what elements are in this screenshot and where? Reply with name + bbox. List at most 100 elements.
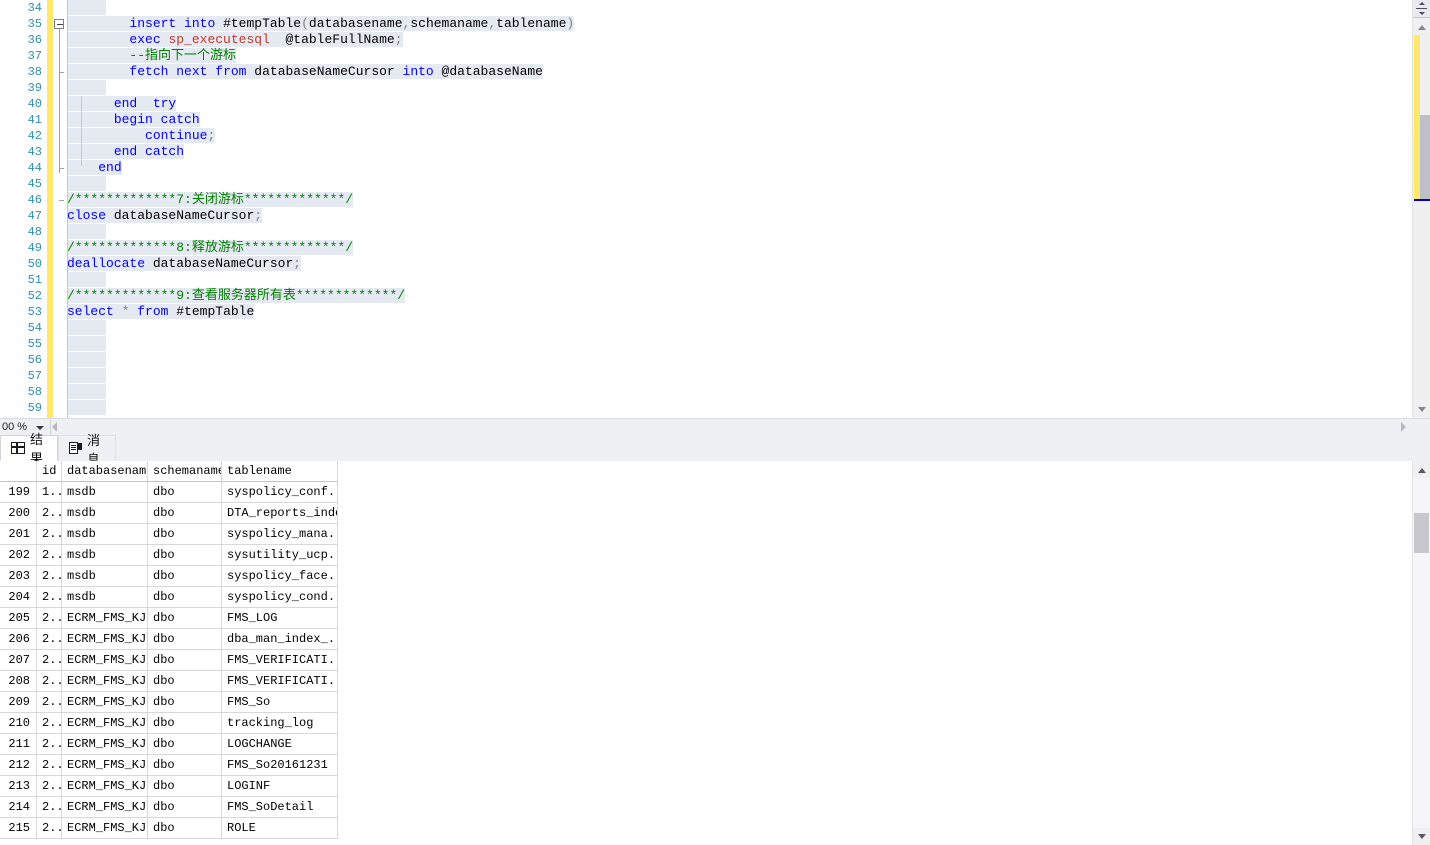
row-header-cell[interactable]: 203: [0, 566, 37, 587]
grid-header-row[interactable]: id databasename schemaname tablename: [0, 461, 1413, 482]
grid-cell[interactable]: ECRM_FMS_KJ: [62, 818, 148, 839]
grid-cell[interactable]: 2..: [37, 692, 62, 713]
code-line[interactable]: --指向下一个游标: [67, 48, 237, 64]
grid-cell[interactable]: ECRM_FMS_KJ: [62, 776, 148, 797]
code-line[interactable]: continue;: [67, 128, 216, 144]
split-pane-icon[interactable]: [1413, 0, 1430, 18]
table-row[interactable]: 215 2.. ECRM_FMS_KJ dbo ROLE: [0, 818, 1413, 839]
grid-cell[interactable]: ECRM_FMS_KJ: [62, 671, 148, 692]
tab-results[interactable]: 结果: [0, 432, 58, 466]
grid-cell[interactable]: DTA_reports_index: [222, 503, 338, 524]
grid-cell[interactable]: LOGINF: [222, 776, 338, 797]
chevron-down-icon[interactable]: [1413, 828, 1430, 845]
grid-cell[interactable]: dbo: [148, 503, 222, 524]
code-line[interactable]: [67, 80, 107, 96]
grid-cell[interactable]: 2..: [37, 818, 62, 839]
row-header-cell[interactable]: 201: [0, 524, 37, 545]
code-line[interactable]: fetch next from databaseNameCursor into …: [67, 64, 543, 80]
grid-cell[interactable]: ECRM_FMS_KJ: [62, 608, 148, 629]
grid-cell[interactable]: ECRM_FMS_KJ: [62, 755, 148, 776]
grid-cell[interactable]: 2..: [37, 713, 62, 734]
code-line[interactable]: [67, 352, 107, 368]
grid-vertical-scrollbar[interactable]: [1412, 461, 1430, 845]
table-row[interactable]: 214 2.. ECRM_FMS_KJ dbo FMS_SoDetail: [0, 797, 1413, 818]
grid-cell[interactable]: 2..: [37, 797, 62, 818]
grid-cell[interactable]: msdb: [62, 503, 148, 524]
code-line[interactable]: [67, 272, 107, 288]
grid-cell[interactable]: msdb: [62, 566, 148, 587]
code-line[interactable]: /*************8:释放游标*************/: [67, 240, 354, 256]
code-line[interactable]: [67, 368, 107, 384]
table-row[interactable]: 205 2.. ECRM_FMS_KJ dbo FMS_LOG: [0, 608, 1413, 629]
editor-vertical-scrollbar[interactable]: [1412, 0, 1430, 418]
grid-cell[interactable]: ECRM_FMS_KJ: [62, 650, 148, 671]
code-line[interactable]: deallocate databaseNameCursor;: [67, 256, 302, 272]
grid-cell[interactable]: ECRM_FMS_KJ: [62, 692, 148, 713]
table-row[interactable]: 203 2.. msdb dbo syspolicy_face...: [0, 566, 1413, 587]
row-header-cell[interactable]: 199: [0, 482, 37, 503]
code-text-area[interactable]: insert into #tempTable(databasename,sche…: [67, 0, 1402, 418]
table-row[interactable]: 202 2.. msdb dbo sysutility_ucp...: [0, 545, 1413, 566]
grid-cell[interactable]: ROLE: [222, 818, 338, 839]
grid-cell[interactable]: dbo: [148, 587, 222, 608]
column-header-cell[interactable]: schemaname: [148, 461, 222, 482]
grid-cell[interactable]: ECRM_FMS_KJ: [62, 797, 148, 818]
grid-cell[interactable]: FMS_So20161231: [222, 755, 338, 776]
table-row[interactable]: 212 2.. ECRM_FMS_KJ dbo FMS_So20161231: [0, 755, 1413, 776]
grid-cell[interactable]: dbo: [148, 797, 222, 818]
grid-cell[interactable]: syspolicy_mana...: [222, 524, 338, 545]
grid-cell[interactable]: 2..: [37, 776, 62, 797]
code-line[interactable]: [67, 336, 107, 352]
grid-cell[interactable]: 2..: [37, 629, 62, 650]
table-row[interactable]: 199 1.. msdb dbo syspolicy_conf...: [0, 482, 1413, 503]
fold-column[interactable]: [53, 0, 67, 418]
row-header-cell[interactable]: 212: [0, 755, 37, 776]
grid-cell[interactable]: 2..: [37, 608, 62, 629]
grid-cell[interactable]: 2..: [37, 524, 62, 545]
grid-cell[interactable]: dbo: [148, 482, 222, 503]
table-row[interactable]: 208 2.. ECRM_FMS_KJ dbo FMS_VERIFICATI...: [0, 671, 1413, 692]
grid-cell[interactable]: sysutility_ucp...: [222, 545, 338, 566]
code-line[interactable]: [67, 176, 107, 192]
grid-cell[interactable]: syspolicy_face...: [222, 566, 338, 587]
table-row[interactable]: 211 2.. ECRM_FMS_KJ dbo LOGCHANGE: [0, 734, 1413, 755]
grid-cell[interactable]: msdb: [62, 545, 148, 566]
grid-cell[interactable]: dbo: [148, 755, 222, 776]
grid-cell[interactable]: dbo: [148, 713, 222, 734]
code-line[interactable]: exec sp_executesql @tableFullName;: [67, 32, 403, 48]
grid-cell[interactable]: msdb: [62, 482, 148, 503]
grid-cell[interactable]: 2..: [37, 650, 62, 671]
grid-cell[interactable]: 1..: [37, 482, 62, 503]
row-header-cell[interactable]: 204: [0, 587, 37, 608]
code-line[interactable]: [67, 0, 107, 16]
fold-collapse-box[interactable]: [54, 19, 64, 29]
grid-cell[interactable]: dbo: [148, 671, 222, 692]
triangle-right-icon[interactable]: [1401, 422, 1406, 432]
grid-cell[interactable]: FMS_LOG: [222, 608, 338, 629]
row-header-cell[interactable]: 213: [0, 776, 37, 797]
tab-messages[interactable]: 消息: [58, 433, 116, 467]
row-header-cell[interactable]: 211: [0, 734, 37, 755]
grid-cell[interactable]: LOGCHANGE: [222, 734, 338, 755]
grid-cell[interactable]: 2..: [37, 503, 62, 524]
code-line[interactable]: [67, 320, 107, 336]
grid-cell[interactable]: 2..: [37, 587, 62, 608]
grid-cell[interactable]: 2..: [37, 566, 62, 587]
code-line[interactable]: end catch: [67, 144, 185, 160]
row-header-cell[interactable]: 207: [0, 650, 37, 671]
grid-cell[interactable]: syspolicy_cond...: [222, 587, 338, 608]
code-line[interactable]: select * from #tempTable: [67, 304, 255, 320]
grid-cell[interactable]: FMS_So: [222, 692, 338, 713]
table-row[interactable]: 200 2.. msdb dbo DTA_reports_index: [0, 503, 1413, 524]
grid-cell[interactable]: 2..: [37, 734, 62, 755]
row-header-cell[interactable]: 200: [0, 503, 37, 524]
grid-cell[interactable]: 2..: [37, 671, 62, 692]
table-row[interactable]: 207 2.. ECRM_FMS_KJ dbo FMS_VERIFICATI...: [0, 650, 1413, 671]
grid-cell[interactable]: FMS_VERIFICATI...: [222, 650, 338, 671]
grid-cell[interactable]: dbo: [148, 545, 222, 566]
grid-cell[interactable]: tracking_log: [222, 713, 338, 734]
grid-cell[interactable]: 2..: [37, 545, 62, 566]
table-row[interactable]: 206 2.. ECRM_FMS_KJ dbo dba_man_index_...: [0, 629, 1413, 650]
grid-cell[interactable]: FMS_SoDetail: [222, 797, 338, 818]
row-header-cell[interactable]: 202: [0, 545, 37, 566]
